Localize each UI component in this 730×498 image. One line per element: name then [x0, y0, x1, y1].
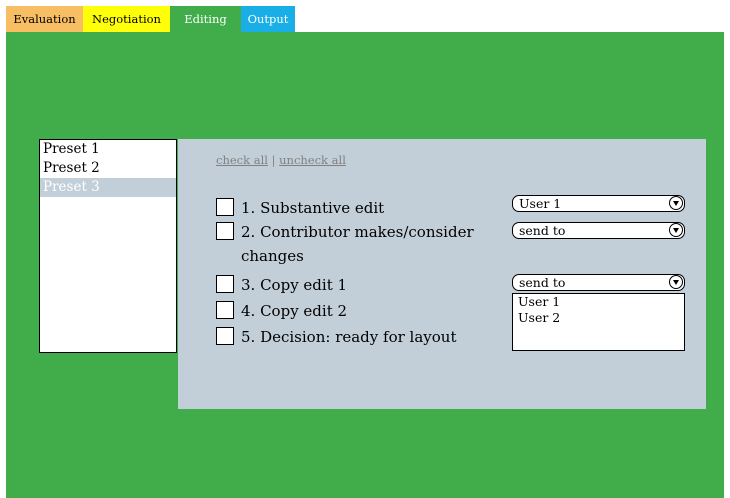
dropdown-option-user-2[interactable]: User 2 [513, 310, 684, 326]
step-2-label: 2. Contributor makes/consider [241, 223, 474, 241]
step-row-2: 2. Contributor makes/consider changes [216, 220, 474, 268]
step-2-checkbox[interactable] [216, 222, 234, 240]
tab-negotiation[interactable]: Negotiation [83, 6, 170, 32]
step-1-select-value: User 1 [519, 196, 562, 211]
step-row-1: 1. Substantive edit [216, 196, 384, 220]
step-4-checkbox[interactable] [216, 301, 234, 319]
preset-item-3[interactable]: Preset 3 [40, 178, 176, 197]
stage-tabs: Evaluation Negotiation Editing Output [6, 6, 295, 32]
chevron-down-icon[interactable] [669, 275, 683, 289]
tab-evaluation[interactable]: Evaluation [6, 6, 83, 32]
editing-stage-area: Preset 1 Preset 2 Preset 3 check all | u… [6, 32, 724, 498]
step-3-assign-select[interactable]: send to [512, 274, 685, 291]
step-row-3: 3. Copy edit 1 [216, 273, 347, 297]
dropdown-option-user-1[interactable]: User 1 [513, 294, 684, 310]
workflow-panel: check all | uncheck all 1. Substantive e… [178, 139, 706, 409]
chevron-down-icon[interactable] [669, 223, 683, 237]
uncheck-all-link[interactable]: uncheck all [279, 153, 346, 167]
preset-list[interactable]: Preset 1 Preset 2 Preset 3 [39, 139, 177, 353]
step-row-5: 5. Decision: ready for layout [216, 325, 456, 349]
step-2-label-cont: changes [241, 247, 304, 265]
step-1-assign-select[interactable]: User 1 [512, 195, 685, 212]
step-3-checkbox[interactable] [216, 275, 234, 293]
tab-editing[interactable]: Editing [170, 6, 241, 32]
preset-item-1[interactable]: Preset 1 [40, 140, 176, 159]
link-separator: | [271, 153, 276, 167]
step-row-4: 4. Copy edit 2 [216, 299, 347, 323]
step-5-label: 5. Decision: ready for layout [241, 328, 457, 346]
step-4-label: 4. Copy edit 2 [241, 302, 348, 320]
preset-item-2[interactable]: Preset 2 [40, 159, 176, 178]
step-3-select-value: send to [519, 275, 566, 290]
step-1-label: 1. Substantive edit [241, 199, 385, 217]
step-2-assign-select[interactable]: send to [512, 222, 685, 239]
step-3-label: 3. Copy edit 1 [241, 276, 348, 294]
step-5-checkbox[interactable] [216, 327, 234, 345]
chevron-down-icon[interactable] [669, 196, 683, 210]
step-3-dropdown-menu: User 1 User 2 [512, 293, 685, 351]
check-links: check all | uncheck all [216, 153, 346, 167]
step-1-checkbox[interactable] [216, 198, 234, 216]
step-2-select-value: send to [519, 223, 566, 238]
tab-output[interactable]: Output [241, 6, 295, 32]
check-all-link[interactable]: check all [216, 153, 268, 167]
